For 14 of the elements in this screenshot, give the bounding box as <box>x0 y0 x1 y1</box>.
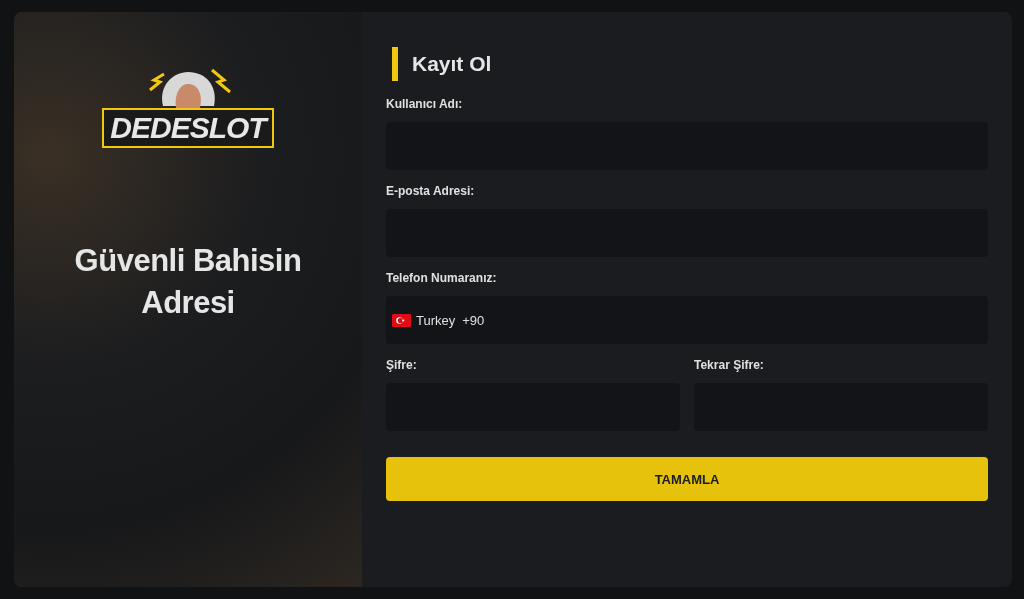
country-name: Turkey <box>416 312 456 328</box>
phone-field[interactable]: Turkey +90 <box>386 296 988 344</box>
tagline: Güvenli Bahisin Adresi <box>73 242 303 322</box>
country-code: +90 <box>462 312 485 328</box>
field-label: Telefon Numaranız: <box>386 271 498 285</box>
submit-button[interactable]: TAMAMLA <box>386 457 988 501</box>
field-label: Kullanıcı Adı: <box>386 97 464 111</box>
field-label: Şifre: <box>386 358 418 372</box>
flag-icon <box>392 313 411 327</box>
title-accent-bar <box>392 47 398 81</box>
form-title: Kayıt Ol <box>412 52 492 76</box>
field-label: Tekrar Şifre: <box>694 358 765 372</box>
logo-text: DEDESLOT <box>102 108 274 148</box>
field-label: E-posta Adresi: <box>386 184 476 198</box>
